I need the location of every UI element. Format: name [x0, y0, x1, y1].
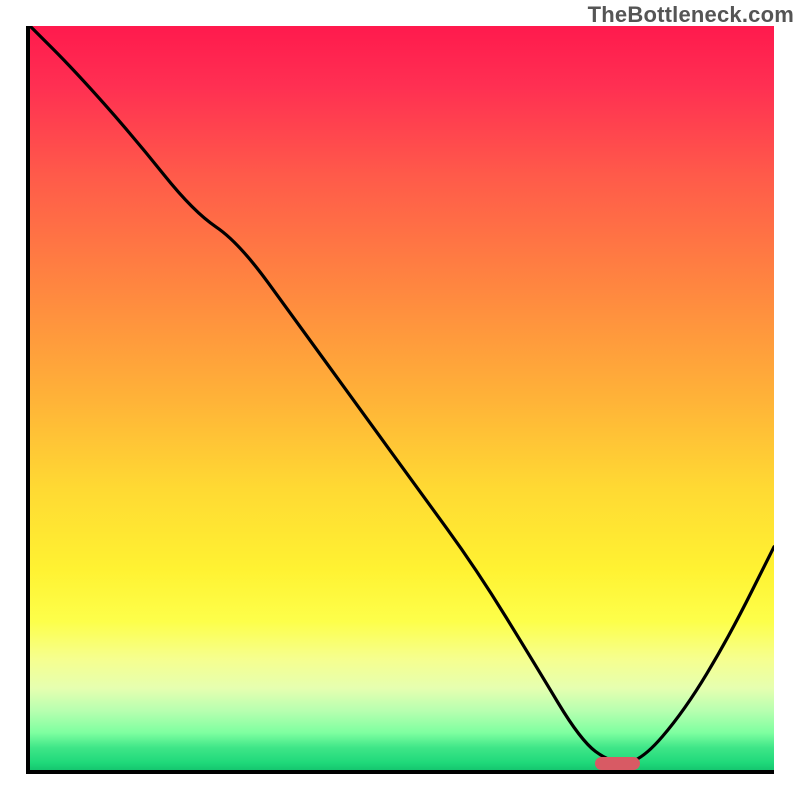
- bottleneck-curve-path: [30, 26, 774, 763]
- curve-svg: [30, 26, 774, 770]
- chart-canvas: TheBottleneck.com: [0, 0, 800, 800]
- optimal-marker: [595, 757, 640, 770]
- plot-area: [26, 26, 774, 774]
- watermark: TheBottleneck.com: [588, 2, 794, 28]
